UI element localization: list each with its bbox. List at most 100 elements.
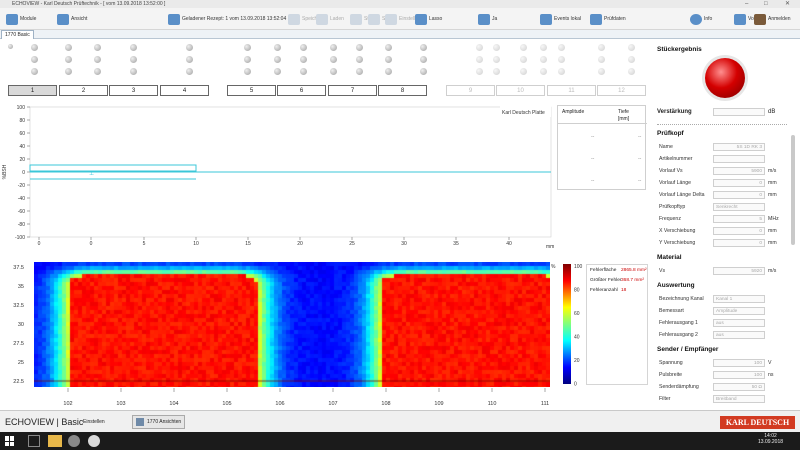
setting-field[interactable]: Breitband [713, 395, 765, 403]
setting-label: Pulsbreite [659, 372, 683, 378]
setting-unit: m/s [768, 168, 777, 174]
verstaerkung-field[interactable] [713, 108, 765, 116]
setting-field[interactable]: 100 [713, 359, 765, 367]
result-title: Stückergebnis [657, 46, 702, 53]
channel-led [31, 44, 38, 51]
channel-button-4[interactable]: 4 [160, 85, 209, 96]
footer-app-name: ECHOVIEW | Basic [5, 417, 84, 427]
toolbar-item-9[interactable]: Ja [478, 12, 497, 26]
channel-led [65, 56, 72, 63]
toolbar-item-1[interactable]: Ansicht [57, 12, 87, 26]
setting-field[interactable]: aus [713, 331, 765, 339]
colorbar-unit: % [551, 264, 556, 270]
verstaerkung-label: Verstärkung [657, 109, 692, 115]
setting-field[interactable] [713, 155, 765, 163]
file-explorer-icon[interactable] [48, 435, 62, 447]
channel-led [520, 56, 527, 63]
toolbar-item-8[interactable]: Lasso [415, 12, 442, 26]
browser-icon[interactable] [68, 435, 80, 447]
toolbar-item-0[interactable]: Module [6, 12, 36, 26]
app-icon[interactable] [88, 435, 100, 447]
toolbar-icon-3 [288, 13, 300, 25]
cscan-xtick-label: 110 [488, 401, 497, 407]
setting-field[interactable]: Kanal 1 [713, 295, 765, 303]
channel-led [356, 68, 363, 75]
channel-led [94, 68, 101, 75]
clock[interactable]: 14:02 13.09.2018 [758, 433, 783, 445]
toolbar-item-10[interactable]: Events lokal [540, 12, 581, 26]
ascan-cursor-marker[interactable]: ⊥ [89, 170, 94, 177]
measurement-amplitude: -- [591, 156, 595, 162]
toolbar-icon-7 [385, 13, 397, 25]
channel-button-8[interactable]: 8 [378, 85, 427, 96]
setting-field[interactable]: 5 [713, 215, 765, 223]
toolbar-item-14[interactable]: Anmelden [754, 12, 791, 26]
channel-button-10[interactable]: 10 [496, 85, 545, 96]
tab-1770-basic[interactable]: 1770 Basic [1, 30, 34, 39]
cscan-ytick-label: 32.5 [13, 303, 24, 309]
settings-panel: Stückergebnis Verstärkung dB Prüfkopf Nam… [651, 40, 800, 417]
channel-button-2[interactable]: 2 [59, 85, 108, 96]
channel-led [186, 68, 193, 75]
cscan-panel: 37.5 35 32.5 30 27.5 25 22.5 102 103 104 105 106 10… [0, 255, 651, 410]
setting-field[interactable]: 100 [713, 371, 765, 379]
toolbar-label-14: Anmelden [768, 16, 791, 22]
toolbar-item-12[interactable]: Info [690, 12, 712, 26]
channel-button-1[interactable]: 1 [8, 85, 57, 96]
verstaerkung-slider[interactable] [657, 122, 787, 125]
setting-label: Prüfkopftyp [659, 204, 686, 210]
setting-field[interactable]: 5S 1D RK 3 [713, 143, 765, 151]
setting-field[interactable]: 0 [713, 227, 765, 235]
channel-button-6[interactable]: 6 [277, 85, 326, 96]
toolbar-item-2[interactable]: Geladener Rezept: 1 vom 13.09.2018 13:52… [168, 12, 286, 26]
setting-unit: m/s [768, 268, 777, 274]
cscan-xtick-label: 109 [434, 401, 443, 407]
channel-button-7[interactable]: 7 [328, 85, 377, 96]
close-button[interactable]: ✕ [785, 0, 790, 8]
cscan-legend: Fehlerfläche 2865.8 mm² Größter Fehler 368.… [586, 264, 648, 385]
channel-led [420, 68, 427, 75]
ascan-xtick-label: 5 [143, 241, 146, 247]
toolbar: Module Ansicht Geladener Rezept: 1 vom 13.… [0, 8, 800, 30]
colorbar-tick-label: 40 [574, 335, 580, 341]
maximize-button[interactable]: □ [764, 0, 768, 8]
setting-label: Filter [659, 396, 671, 402]
setting-field[interactable]: aus [713, 319, 765, 327]
toolbar-label-4: Laden [330, 16, 344, 22]
setting-field[interactable]: Amplitude [713, 307, 765, 315]
toolbar-icon-0 [6, 13, 18, 25]
ascan-ytick-label: 40 [19, 144, 25, 150]
channel-led [130, 68, 137, 75]
toolbar-item-11[interactable]: Prüfdaten [590, 12, 626, 26]
section-title: Material [657, 254, 682, 261]
setting-field[interactable]: 0 [713, 191, 765, 199]
legend-label: Fehleranzahl [590, 288, 618, 293]
footer-einstellen-button[interactable]: Einstellen [80, 415, 108, 429]
channel-button-9[interactable]: 9 [446, 85, 495, 96]
channel-led [598, 56, 605, 63]
cscan-xtick-label: 107 [328, 401, 337, 407]
footer-ansichten-label: 1770 Ansichten [147, 419, 182, 425]
setting-field[interactable]: 5900 [713, 167, 765, 175]
setting-field[interactable]: 0 [713, 179, 765, 187]
channel-button-12[interactable]: 12 [597, 85, 646, 96]
minimize-button[interactable]: – [745, 0, 748, 8]
channel-button-5[interactable]: 5 [227, 85, 276, 96]
active-led [8, 44, 13, 49]
channel-button-11[interactable]: 11 [547, 85, 596, 96]
cscan-ytick-label: 22.5 [13, 379, 24, 385]
task-view-icon[interactable] [28, 435, 40, 447]
settings-scrollbar[interactable] [791, 135, 795, 245]
setting-field[interactable]: 50 Ω [713, 383, 765, 391]
toolbar-icon-6 [368, 13, 380, 25]
setting-field[interactable]: Senkrecht [713, 203, 765, 211]
windows-start-icon[interactable] [5, 436, 15, 446]
toolbar-icon-4 [316, 13, 328, 25]
footer-ansichten-button[interactable]: 1770 Ansichten [132, 415, 186, 429]
cscan-ytick-label: 30 [18, 322, 24, 328]
channel-button-3[interactable]: 3 [109, 85, 158, 96]
toolbar-item-4[interactable]: Laden [316, 12, 344, 26]
setting-field[interactable]: 5920 [713, 267, 765, 275]
setting-field[interactable]: 0 [713, 239, 765, 247]
channel-led [330, 68, 337, 75]
